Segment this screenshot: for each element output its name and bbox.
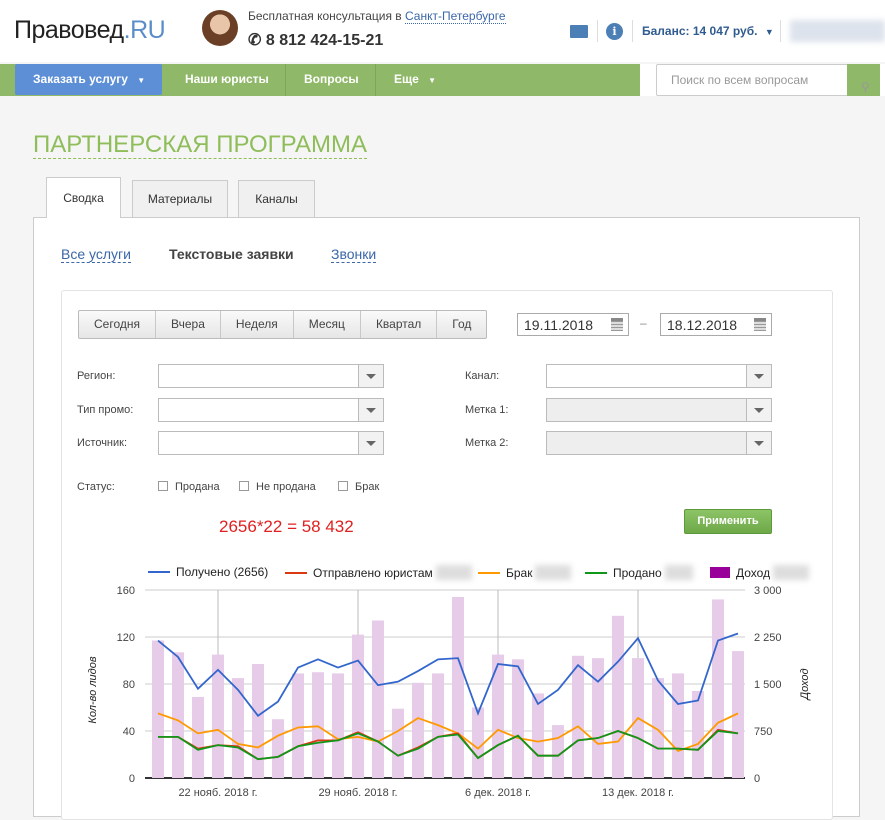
x-tick-label: 13 дек. 2018 г. (602, 787, 674, 799)
y2-axis-title: Доход (799, 668, 811, 701)
revenue-bar (312, 672, 324, 778)
revenue-bar (692, 691, 704, 778)
revenue-bar (532, 693, 544, 778)
revenue-bar (672, 673, 684, 778)
revenue-bar (512, 659, 524, 778)
revenue-bar (172, 652, 184, 778)
revenue-bar (292, 673, 304, 778)
x-tick-label: 6 дек. 2018 г. (465, 787, 531, 799)
y2-tick-label: 750 (754, 726, 772, 738)
revenue-bar (152, 640, 164, 778)
y2-tick-label: 2 250 (754, 632, 782, 644)
y-tick-label: 120 (117, 632, 135, 644)
leads-chart: 0 0 40 750 80 1 500 120 2 250 160 3 000 22 нояб. 2… (87, 585, 811, 799)
revenue-bar (332, 673, 344, 778)
y-axis-title: Кол-во лидов (87, 656, 99, 723)
y-tick-label: 40 (123, 726, 135, 738)
revenue-bar (372, 620, 384, 778)
revenue-bar (712, 599, 724, 778)
x-tick-label: 29 нояб. 2018 г. (318, 787, 397, 799)
y-tick-label: 0 (129, 773, 135, 785)
revenue-bar (352, 634, 364, 778)
y-tick-label: 160 (117, 585, 135, 597)
received-line (157, 632, 739, 717)
revenue-bar (192, 696, 204, 778)
revenue-bar (392, 708, 404, 778)
tab-summary[interactable]: Сводка (46, 177, 121, 218)
x-tick-label: 22 нояб. 2018 г. (178, 787, 257, 799)
y2-tick-label: 1 500 (754, 679, 782, 691)
revenue-bar (272, 719, 284, 778)
revenue-bar (252, 664, 264, 778)
y2-tick-label: 0 (754, 773, 760, 785)
revenue-bar (572, 655, 584, 778)
revenue-bar (592, 658, 604, 778)
revenue-bar (612, 615, 624, 778)
revenue-bar (452, 597, 464, 778)
y-tick-label: 80 (123, 679, 135, 691)
revenue-bar (232, 678, 244, 778)
revenue-bar (412, 682, 424, 778)
revenue-bar (472, 707, 484, 778)
y2-tick-label: 3 000 (754, 585, 782, 597)
